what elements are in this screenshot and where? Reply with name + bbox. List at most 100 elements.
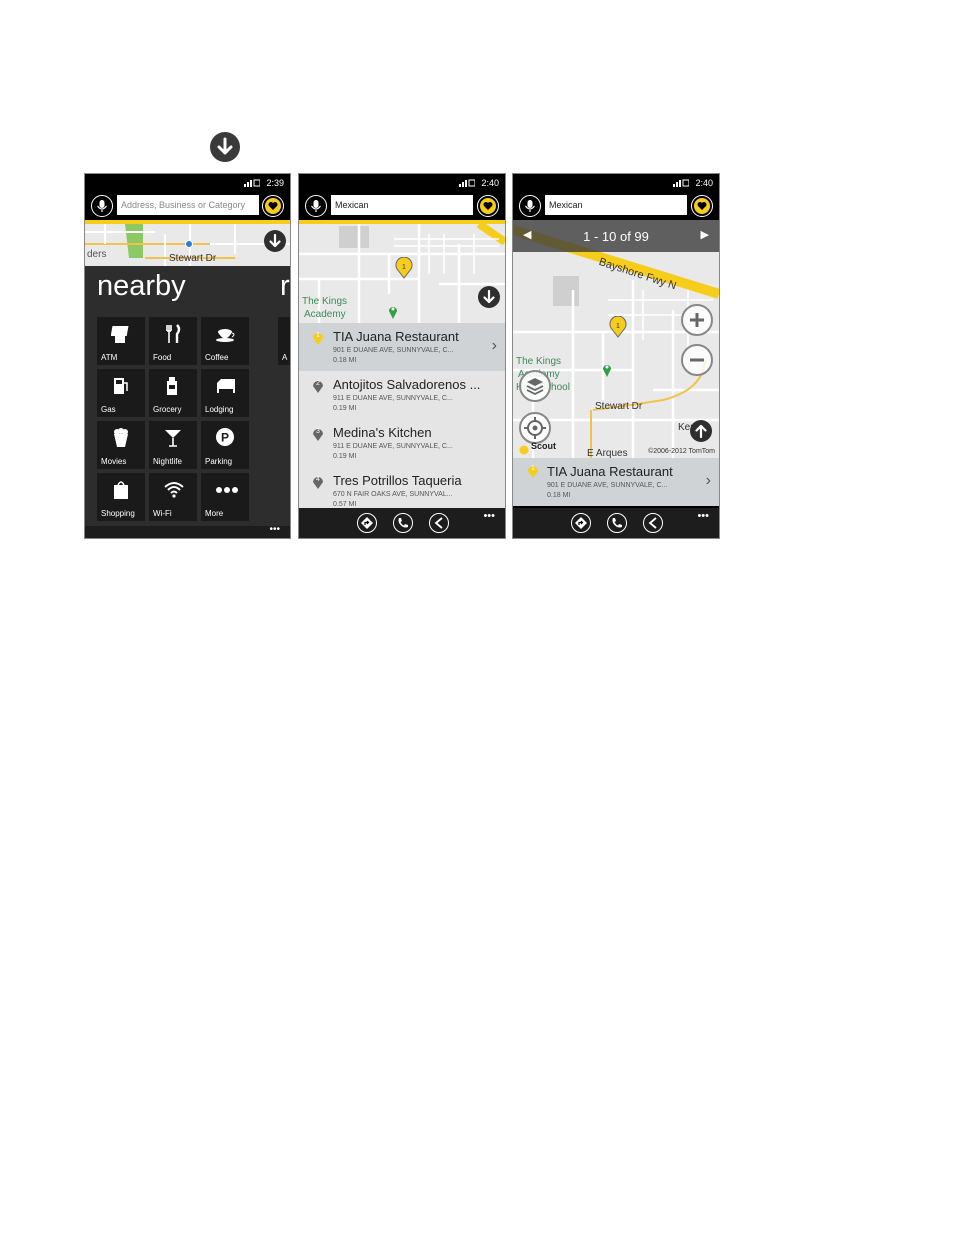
signal-icon: [673, 179, 689, 187]
parking-icon: P: [216, 428, 234, 446]
share-icon[interactable]: [429, 513, 449, 533]
category-tile-movies[interactable]: Movies: [97, 421, 145, 469]
result-item[interactable]: 1 TIA Juana Restaurant 901 E DUANE AVE, …: [299, 323, 505, 371]
yellow-pin-icon: 1: [527, 464, 539, 479]
app-bar: •••: [513, 508, 719, 538]
search-bar: Address, Business or Category: [85, 192, 290, 220]
svg-text:1: 1: [616, 323, 620, 330]
app-bar: •••: [85, 524, 290, 538]
signal-icon: [244, 179, 260, 187]
app-bar: •••: [299, 508, 505, 538]
gray-pin-icon: 3: [312, 427, 324, 442]
popcorn-icon: [114, 428, 128, 447]
result-item[interactable]: 2 Antojitos Salvadorenos ... 911 E DUANE…: [299, 371, 505, 419]
scout-logo: Scout: [519, 441, 556, 458]
wifi-icon: [164, 482, 184, 498]
results-list: 1 TIA Juana Restaurant 901 E DUANE AVE, …: [299, 323, 505, 508]
category-tile-grocery[interactable]: Grocery: [149, 369, 197, 417]
map-poi-label: The Kings: [302, 296, 348, 307]
next-panel-heading-peek: r: [280, 270, 290, 302]
atm-icon: [111, 326, 129, 343]
mini-map[interactable]: ders Stewart Dr: [85, 224, 290, 266]
result-distance: 0.57 MI: [333, 501, 357, 508]
result-distance: 0.18 MI: [333, 357, 357, 364]
locate-me-icon[interactable]: [519, 412, 551, 444]
search-input[interactable]: Mexican: [331, 195, 473, 215]
status-bar: 2:40: [299, 174, 505, 192]
directions-icon[interactable]: [571, 513, 591, 533]
favorites-heart-icon[interactable]: [691, 195, 713, 217]
category-tile-nightlife[interactable]: Nightlife: [149, 421, 197, 469]
map-layers-icon[interactable]: [519, 370, 551, 402]
results-map[interactable]: The Kings Academy 1: [299, 224, 505, 323]
phone-call-icon[interactable]: [607, 513, 627, 533]
signal-icon: [459, 179, 475, 187]
nearby-heading: nearby: [97, 270, 186, 302]
chevron-right-icon[interactable]: ›: [492, 337, 497, 355]
category-tile-lodging[interactable]: Lodging: [201, 369, 249, 417]
next-arrow-icon[interactable]: ▶: [701, 228, 709, 241]
more-options-dots[interactable]: •••: [483, 510, 495, 522]
microphone-icon[interactable]: [519, 195, 541, 217]
result-pin-icon[interactable]: 1: [609, 315, 627, 343]
download-arrow-icon: [210, 132, 240, 162]
pager-bar: ◀ 1 - 10 of 99 ▶: [513, 220, 719, 252]
category-tile-more[interactable]: More: [201, 473, 249, 521]
grocery-icon: [167, 377, 177, 395]
search-bar: Mexican: [299, 192, 505, 220]
result-address: 670 N FAIR OAKS AVE, SUNNYVAL...: [333, 491, 453, 498]
result-item[interactable]: 3 Medina's Kitchen 911 E DUANE AVE, SUNN…: [299, 419, 505, 467]
coffee-cup-icon: [216, 329, 235, 342]
full-map[interactable]: ◀ 1 - 10 of 99 ▶ Bayshore Fwy N The King…: [513, 220, 719, 458]
category-tile-parking[interactable]: P Parking: [201, 421, 249, 469]
gray-pin-icon: 2: [312, 379, 324, 394]
search-input[interactable]: Mexican: [545, 195, 687, 215]
location-pin-icon: [388, 304, 398, 323]
gas-pump-icon: [114, 378, 128, 394]
phone-screen-results-list: 2:40 Mexican The Kings Academy 1 1 TIA J…: [298, 173, 506, 539]
zoom-out-icon[interactable]: [681, 344, 713, 376]
martini-glass-icon: [165, 430, 181, 447]
microphone-icon[interactable]: [91, 195, 113, 217]
nearby-panel: nearby r A ATM Food Coffee Gas Grocery L…: [85, 266, 290, 538]
location-pin-icon: [602, 362, 612, 383]
pager-label: 1 - 10 of 99: [583, 229, 649, 244]
favorites-heart-icon[interactable]: [262, 195, 284, 217]
collapse-map-up-icon[interactable]: [690, 420, 712, 442]
chevron-right-icon[interactable]: ›: [706, 472, 711, 490]
more-options-dots[interactable]: •••: [269, 524, 280, 535]
category-tile-shopping[interactable]: Shopping: [97, 473, 145, 521]
directions-icon[interactable]: [357, 513, 377, 533]
microphone-icon[interactable]: [305, 195, 327, 217]
clock: 2:39: [266, 178, 284, 188]
result-address: 901 E DUANE AVE, SUNNYVALE, C...: [547, 482, 668, 489]
shopping-bag-icon: [114, 481, 128, 499]
phone-call-icon[interactable]: [393, 513, 413, 533]
status-bar: 2:39: [85, 174, 290, 192]
category-tile-atm[interactable]: ATM: [97, 317, 145, 365]
result-pin-icon[interactable]: 1: [395, 256, 413, 284]
category-tile-food[interactable]: Food: [149, 317, 197, 365]
more-options-dots[interactable]: •••: [697, 510, 709, 522]
svg-text:P: P: [221, 431, 229, 445]
expand-map-down-icon[interactable]: [478, 286, 500, 308]
result-name: Medina's Kitchen: [333, 425, 432, 440]
search-bar: Mexican: [513, 192, 719, 220]
yellow-pin-icon: 1: [312, 331, 324, 346]
category-tile-gas[interactable]: Gas: [97, 369, 145, 417]
zoom-in-icon[interactable]: [681, 304, 713, 336]
result-item[interactable]: 4 Tres Potrillos Taqueria 670 N FAIR OAK…: [299, 467, 505, 508]
category-tile-wifi[interactable]: Wi-Fi: [149, 473, 197, 521]
result-name: TIA Juana Restaurant: [333, 329, 459, 344]
favorites-heart-icon[interactable]: [477, 195, 499, 217]
category-tile-coffee[interactable]: Coffee: [201, 317, 249, 365]
bed-icon: [217, 379, 235, 393]
result-address: 911 E DUANE AVE, SUNNYVALE, C...: [333, 443, 453, 450]
map-poi-label: Academy: [304, 309, 346, 320]
share-icon[interactable]: [643, 513, 663, 533]
expand-map-down-icon[interactable]: [264, 230, 286, 252]
result-item[interactable]: 1 TIA Juana Restaurant 901 E DUANE AVE, …: [513, 458, 719, 506]
map-label: ders: [87, 249, 107, 260]
map-street-label: Stewart Dr: [595, 401, 643, 412]
search-input[interactable]: Address, Business or Category: [117, 195, 259, 215]
